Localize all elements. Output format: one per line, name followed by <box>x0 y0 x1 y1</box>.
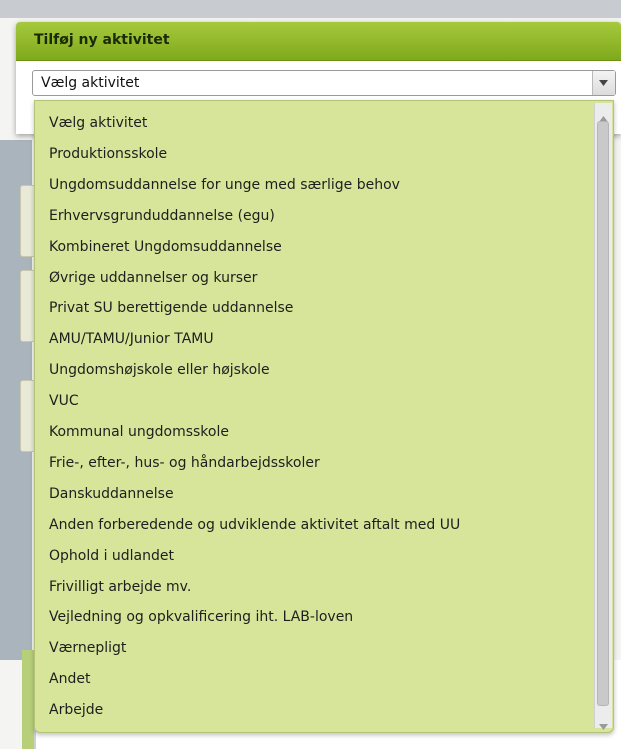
dropdown-option[interactable]: Vælg aktivitet <box>49 115 147 131</box>
activity-dropdown-list: Vælg aktivitet Produktionsskole Ungdomsudd… <box>34 100 614 733</box>
dropdown-option[interactable]: Kombineret Ungdomsuddannelse <box>49 239 282 255</box>
dialog-title: Tilføj ny aktivitet <box>34 32 170 48</box>
dropdown-option[interactable]: Ungdomshøjskole eller højskole <box>49 362 270 378</box>
chevron-down-icon[interactable] <box>592 71 615 95</box>
dropdown-option[interactable]: Erhvervsgrunduddannelse (egu) <box>49 208 275 224</box>
dialog-header: Tilføj ny aktivitet <box>16 22 621 61</box>
scroll-down-arrow-icon[interactable] <box>599 715 608 730</box>
dropdown-option[interactable]: Andet <box>49 671 90 687</box>
scroll-up-arrow-icon[interactable] <box>599 107 608 122</box>
dropdown-option[interactable]: Frivilligt arbejde mv. <box>49 579 191 595</box>
dropdown-option[interactable]: AMU/TAMU/Junior TAMU <box>49 331 214 347</box>
dropdown-option[interactable]: Danskuddannelse <box>49 486 174 502</box>
dropdown-option[interactable]: Værnepligt <box>49 640 126 656</box>
activity-select-value: Vælg aktivitet <box>41 75 140 91</box>
dropdown-option[interactable]: Ungdomsuddannelse for unge med særlige b… <box>49 177 400 193</box>
dropdown-option[interactable]: Vejledning og opkvalificering iht. LAB-l… <box>49 609 353 625</box>
dropdown-option[interactable]: Privat SU berettigende uddannelse <box>49 300 293 316</box>
dropdown-option[interactable]: Anden forberedende og udviklende aktivit… <box>49 517 460 533</box>
dropdown-option[interactable]: Produktionsskole <box>49 146 167 162</box>
dropdown-option[interactable]: Frie-, efter-, hus- og håndarbejdsskoler <box>49 455 320 471</box>
dropdown-option[interactable]: Kommunal ungdomsskole <box>49 424 229 440</box>
dropdown-option[interactable]: VUC <box>49 393 79 409</box>
background-top-strip <box>0 0 621 18</box>
dropdown-option[interactable]: Ophold i udlandet <box>49 548 174 564</box>
dropdown-scrollbar[interactable] <box>594 103 612 730</box>
background-bottom-accent <box>22 650 34 749</box>
activity-select[interactable]: Vælg aktivitet <box>32 70 616 96</box>
dropdown-option[interactable]: Øvrige uddannelser og kurser <box>49 270 257 286</box>
scrollbar-thumb[interactable] <box>597 121 609 706</box>
dropdown-option[interactable]: Arbejde <box>49 702 103 718</box>
